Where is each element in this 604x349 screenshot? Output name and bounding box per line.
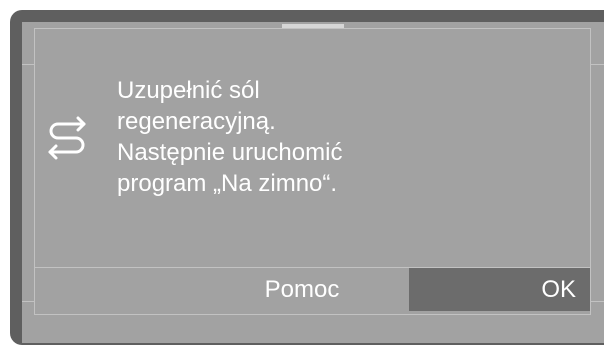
message-line-3: Następnie uruchomić [117, 139, 343, 166]
ok-button[interactable]: OK [409, 268, 590, 311]
left-edge-tick-bottom [22, 301, 34, 302]
message-line-1: Uzupełnić sól [117, 77, 260, 104]
frame-right-line [590, 28, 591, 315]
message-line-4: program „Na zimno“. [117, 170, 338, 197]
right-edge-tick-top [591, 64, 604, 65]
left-edge-tick-top [22, 64, 34, 65]
frame-bottom-line [34, 314, 591, 315]
dialog-message: Uzupełnić sól regeneracyjną. Następnie u… [117, 75, 342, 199]
regeneration-arrows-icon [48, 116, 86, 160]
frame-top-line [34, 28, 591, 29]
message-line-2: regeneracyjną. [117, 108, 276, 135]
right-edge-tick-bottom [591, 301, 604, 302]
help-button[interactable]: Pomoc [35, 268, 409, 311]
scroll-indicator [282, 24, 344, 28]
